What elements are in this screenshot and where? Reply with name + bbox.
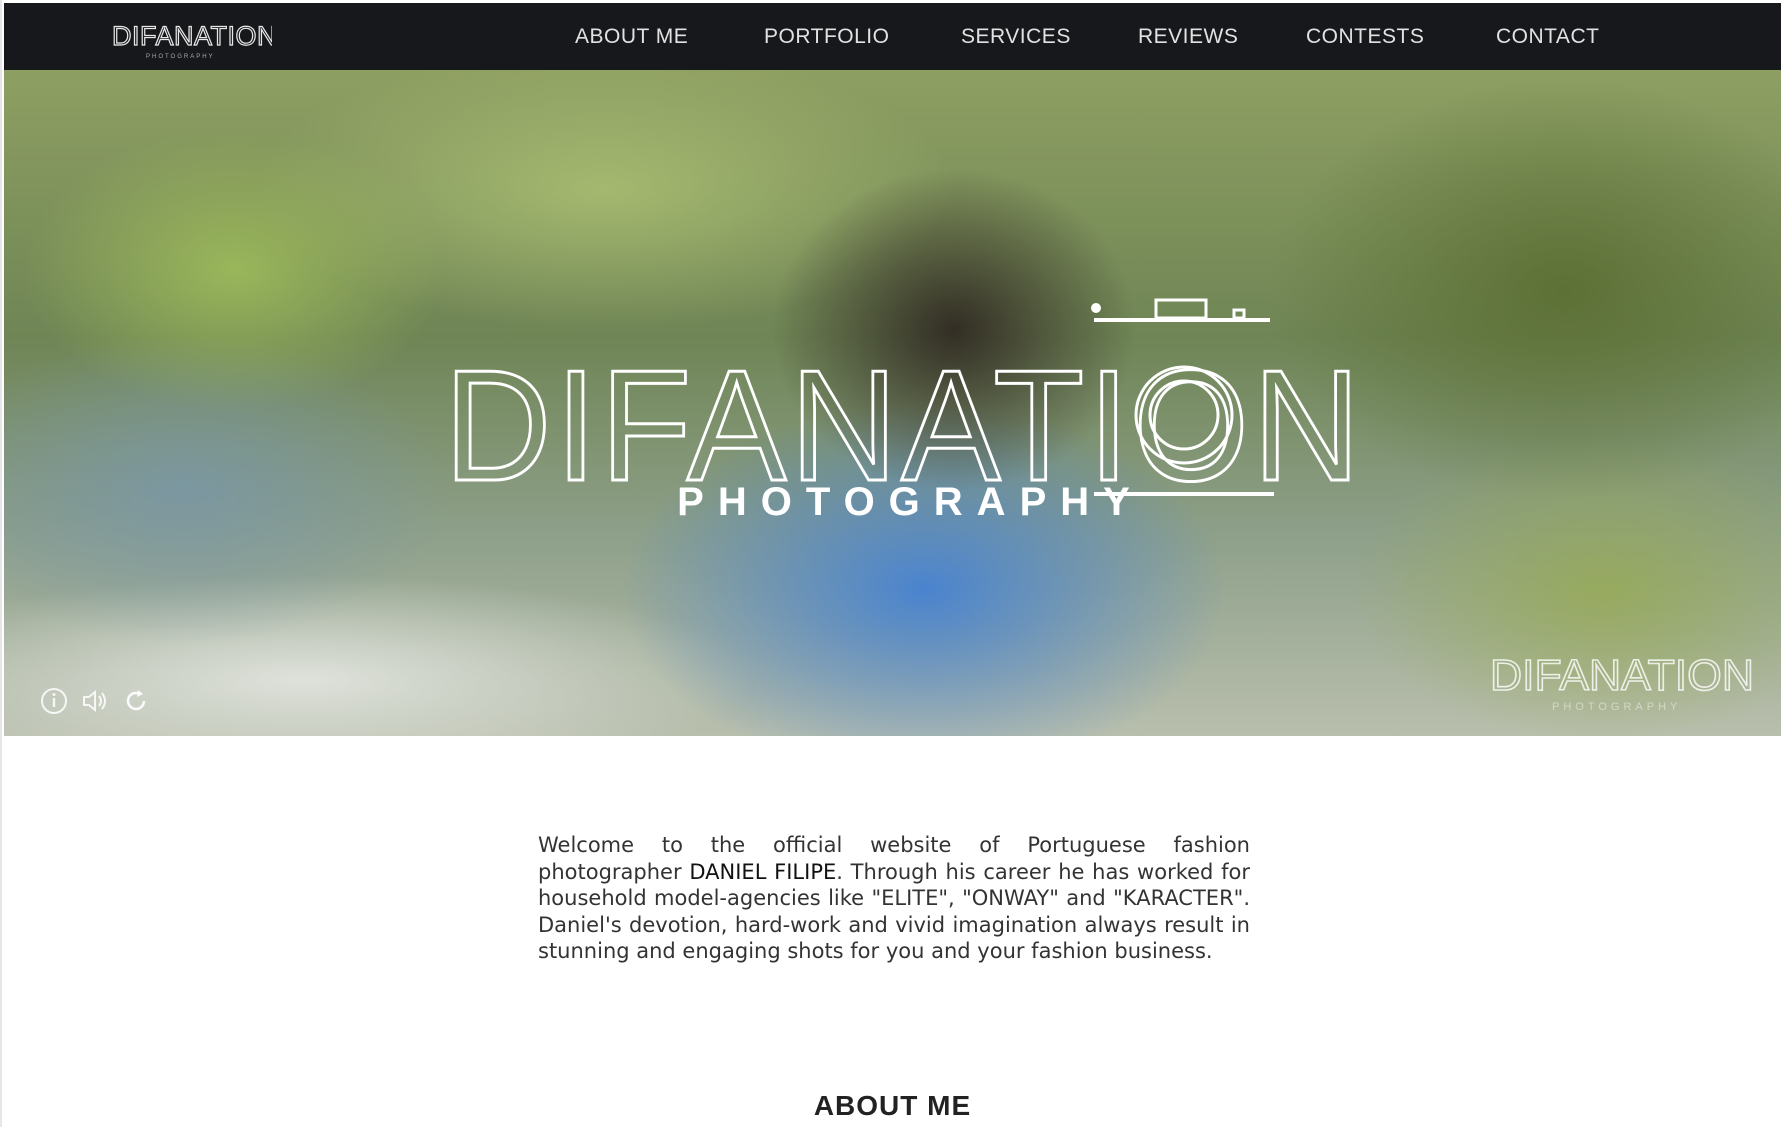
- nav-item-portfolio[interactable]: PORTFOLIO: [764, 25, 889, 49]
- watermark-text: DIFANATION: [1490, 651, 1754, 700]
- nav-item-about-me[interactable]: ABOUT ME: [575, 25, 688, 49]
- nav-item-contact[interactable]: CONTACT: [1496, 25, 1599, 49]
- volume-icon[interactable]: [80, 687, 108, 715]
- hero-subtitle: PHOTOGRAPHY: [677, 480, 1144, 524]
- info-icon[interactable]: [40, 687, 68, 715]
- navbar: DIFANATION PHOTOGRAPHY ABOUT ME PORTFOLI…: [4, 3, 1781, 70]
- hero-banner: DIFANATION PHOTOGRAPHY DIFANATION PHOTOG…: [4, 70, 1781, 736]
- hero-title: DIFANATION: [444, 338, 1364, 500]
- watermark-subtitle: PHOTOGRAPHY: [1552, 701, 1681, 713]
- hero-logo: DIFANATION: [444, 298, 1364, 500]
- watermark-logo: DIFANATION PHOTOGRAPHY: [1490, 650, 1755, 713]
- main-nav: ABOUT ME PORTFOLIO SERVICES REVIEWS CONT…: [4, 3, 1781, 70]
- nav-item-reviews[interactable]: REVIEWS: [1138, 25, 1238, 49]
- about-me-heading: ABOUT ME: [813, 1090, 972, 1121]
- photographer-name: DANIEL FILIPE: [689, 859, 837, 884]
- nav-item-services[interactable]: SERVICES: [961, 25, 1071, 49]
- intro-paragraph: Welcome to the official website of Portu…: [538, 832, 1250, 965]
- replay-icon[interactable]: [122, 687, 150, 715]
- nav-item-contests[interactable]: CONTESTS: [1306, 25, 1424, 49]
- page: DIFANATION PHOTOGRAPHY ABOUT ME PORTFOLI…: [0, 0, 1781, 1127]
